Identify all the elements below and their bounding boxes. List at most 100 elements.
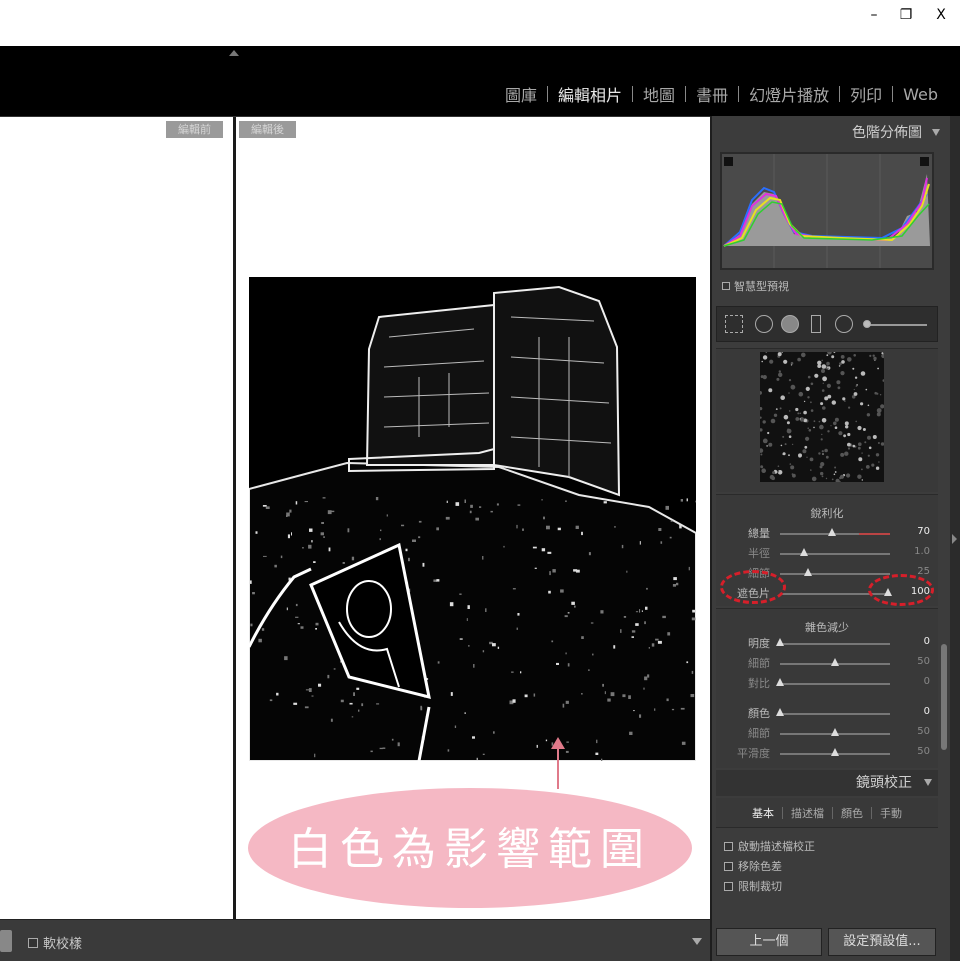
slider-track[interactable] [780,573,890,575]
module-tab[interactable]: Web [893,85,948,104]
crop-tool-icon[interactable] [725,315,743,333]
lens-tab[interactable]: 基本 [752,805,774,821]
lens-option[interactable]: 移除色差 [724,858,782,874]
slider-row[interactable]: 顏色 0 [716,705,938,721]
slider-thumb[interactable] [800,548,809,556]
toolbar-menu-chevron-down-icon[interactable] [692,938,702,945]
lens-option-checkbox[interactable] [724,881,733,891]
lens-option-checkbox[interactable] [724,841,733,851]
lens-corrections-collapse-icon[interactable] [924,779,932,786]
previous-button[interactable]: 上一個 [716,928,822,956]
slider-track[interactable] [780,643,890,645]
before-label: 編輯前 [166,121,223,138]
slider-thumb[interactable] [827,528,836,536]
close-button[interactable]: X [929,5,953,25]
restore-button[interactable]: ❐ [894,5,918,25]
radial-filter-icon[interactable] [835,315,853,333]
module-tab[interactable]: 列印 [840,82,892,106]
collapse-top-panel-icon[interactable] [229,50,239,56]
smart-preview-label: 智慧型預視 [734,280,789,293]
mask-label-highlight [720,570,786,604]
slider-row[interactable]: 明度 0 [716,635,938,651]
slider-value[interactable]: 0 [924,706,930,717]
slider-value[interactable]: 50 [917,656,930,667]
slider-value[interactable]: 0 [924,676,930,687]
brush-slider[interactable] [865,324,927,326]
lens-option[interactable]: 啟動描述檔校正 [724,838,815,854]
detail-zoom-preview[interactable] [758,350,886,483]
brush-handle-icon[interactable] [863,320,871,328]
slider-thumb[interactable] [831,658,839,666]
panel-scrollbar[interactable] [941,644,947,750]
noise-reduction-title: 雜色減少 [805,621,849,634]
soft-proof-label: 軟校樣 [43,937,83,952]
slider-row[interactable]: 細節 50 [716,655,938,671]
slider-thumb[interactable] [831,728,839,736]
module-tab[interactable]: 書冊 [686,82,738,106]
histogram-header[interactable]: 色階分佈圖 [712,118,950,148]
develop-right-panel: 色階分佈圖 智慧型預視 銳利化 總量 70 半徑 1.0 細節 25 遮色片 1… [710,116,950,961]
annotation-arrow-line [557,745,559,789]
lens-option-label: 移除色差 [738,860,782,873]
slider-thumb[interactable] [776,678,784,686]
slider-row[interactable]: 總量 70 [716,525,938,541]
slider-row[interactable]: 半徑 1.0 [716,545,938,561]
slider-value[interactable]: 50 [917,726,930,737]
set-default-button[interactable]: 設定預設值... [828,928,936,956]
smart-preview-toggle[interactable]: 智慧型預視 [722,278,789,294]
slider-row[interactable]: 細節 50 [716,725,938,741]
slider-value[interactable]: 0 [924,636,930,647]
lens-corrections-header[interactable]: 鏡頭校正 [716,770,938,796]
lens-option[interactable]: 限制裁切 [724,878,782,894]
lens-tab[interactable]: 手動 [880,805,902,821]
lens-option-label: 限制裁切 [738,880,782,893]
slider-track[interactable] [780,683,890,685]
slider-row[interactable]: 對比 0 [716,675,938,691]
slider-label: 細節 [748,727,770,740]
sharpening-title: 銳利化 [810,507,844,520]
slider-label: 顏色 [748,707,770,720]
slider-track[interactable] [780,553,890,555]
module-picker: 圖庫 編輯相片 地圖 書冊 幻燈片播放 列印 Web [0,46,960,116]
lens-tab[interactable]: 描述檔 [791,805,824,821]
lens-option-checkbox[interactable] [724,861,733,871]
slider-thumb[interactable] [776,638,784,646]
slider-label: 平滑度 [737,747,770,760]
spot-removal-icon[interactable] [755,315,773,333]
lens-tabs: 基本 描述檔 顏色 手動 [716,798,938,828]
slider-thumb[interactable] [831,748,839,756]
view-mode-icon[interactable] [0,930,12,952]
module-tab[interactable]: 幻燈片播放 [739,82,839,106]
slider-thumb[interactable] [776,708,784,716]
module-tab[interactable]: 地圖 [633,82,685,106]
slider-thumb[interactable] [803,568,812,576]
slider-label: 總量 [748,527,770,540]
slider-label: 細節 [748,657,770,670]
slider-value[interactable]: 25 [917,566,930,577]
window-titlebar: – ❐ X [0,0,960,46]
slider-label: 對比 [748,677,770,690]
soft-proof-toggle[interactable]: 軟校樣 [28,933,82,952]
soft-proof-checkbox[interactable] [28,937,38,948]
lens-option-label: 啟動描述檔校正 [738,840,815,853]
right-edge-strip [950,116,960,961]
slider-value[interactable]: 70 [917,526,930,537]
graduated-filter-icon[interactable] [811,315,821,333]
module-tab[interactable]: 圖庫 [495,82,547,106]
histogram-title: 色階分佈圖 [852,125,922,141]
slider-track[interactable] [780,713,890,715]
expand-right-panel-icon[interactable] [952,534,957,544]
slider-row[interactable]: 平滑度 50 [716,745,938,761]
photo-after-preview[interactable] [249,277,696,761]
minimize-button[interactable]: – [862,5,886,25]
histogram-curves [722,154,932,268]
red-eye-icon[interactable] [781,315,799,333]
detail-texture [758,350,886,483]
histogram-collapse-icon[interactable] [932,129,940,136]
lens-tab[interactable]: 顏色 [841,805,863,821]
smart-preview-checkbox[interactable] [722,282,730,290]
slider-value[interactable]: 1.0 [914,546,930,557]
module-tab[interactable]: 編輯相片 [548,82,632,106]
slider-value[interactable]: 50 [917,746,930,757]
lens-corrections-title: 鏡頭校正 [856,775,912,791]
